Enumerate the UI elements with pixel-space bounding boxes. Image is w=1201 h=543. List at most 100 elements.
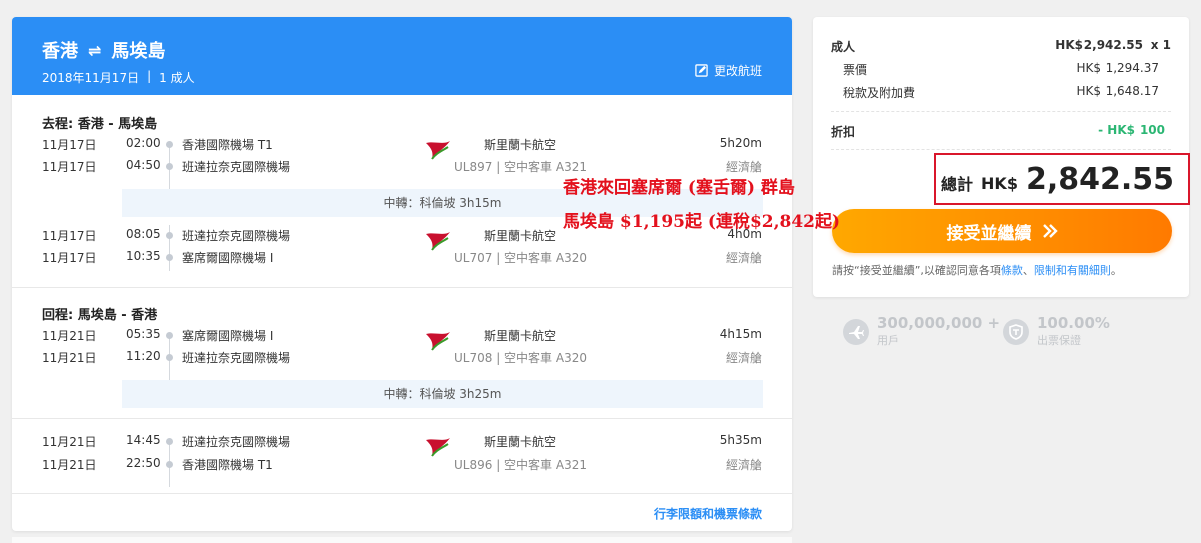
price-divider: [831, 111, 1171, 112]
dep-airport: 塞席爾國際機場 I: [182, 329, 274, 343]
adult-currency: HK$: [1055, 38, 1083, 52]
fare-label: 票價: [843, 63, 868, 77]
promo-overlay-line2: 馬埃島 $1,195起 (連稅$2,842起): [563, 212, 841, 232]
section-divider: [12, 493, 792, 494]
guarantee-label: 出票保證: [1037, 334, 1081, 347]
tax-label: 稅款及附加費: [843, 86, 916, 100]
tax-amount: 1,648.17: [1105, 84, 1159, 98]
cabin-class: 經濟艙: [725, 351, 762, 365]
airline-name: 斯里蘭卡航空: [484, 329, 557, 343]
guarantee-percent: 100.00%: [1037, 314, 1110, 332]
segment-arrival: 11月21日 11:20 班達拉奈克國際機場 UL708 | 空中客車 A320…: [42, 349, 762, 369]
arr-time: 10:35: [126, 249, 161, 263]
flight-number: UL708 | 空中客車 A320: [454, 351, 587, 365]
users-count: 300,000,000 +: [877, 314, 1001, 332]
total-currency: HK$: [981, 173, 1018, 193]
timeline-dot: [166, 332, 173, 339]
discount-row: 折扣 - HK$ 100: [831, 123, 1171, 141]
timeline-dot: [166, 461, 173, 468]
timeline-dot: [166, 232, 173, 239]
promo-overlay-line1: 香港來回塞席爾 (塞舌爾) 群島: [563, 178, 795, 198]
adult-label: 成人: [831, 40, 856, 54]
layover-banner: 中轉：科倫坡 3h25m: [122, 380, 763, 408]
adult-amount: 2,942.55: [1083, 38, 1143, 52]
dep-time: 14:45: [126, 433, 161, 447]
section-divider: [12, 287, 792, 288]
arr-date: 11月21日: [42, 458, 97, 472]
guarantee-badge: 100.00% 出票保證: [1003, 315, 1110, 348]
arr-airport: 塞席爾國際機場 I: [182, 251, 274, 265]
tax-currency: HK$: [1076, 84, 1101, 98]
total-price-highlight: 總計 HK$ 2,842.55: [934, 153, 1190, 205]
total-label: 總計: [941, 175, 974, 194]
baggage-terms-link[interactable]: 行李限額和機票條款: [654, 505, 762, 522]
total-amount: 2,842.55: [1025, 161, 1174, 197]
arr-time: 04:50: [126, 158, 161, 172]
dep-airport: 班達拉奈克國際機場: [182, 435, 291, 449]
arr-date: 11月21日: [42, 351, 97, 365]
itinerary-header: 香港 ⇌ 馬埃島 2018年11月17日 | 1 成人 更改航班: [12, 17, 792, 95]
flight-number: UL707 | 空中客車 A320: [454, 251, 587, 265]
trust-badges: 300,000,000 + 用戶 100.00% 出票保證: [843, 315, 1183, 355]
consent-text: 請按“接受並繼續”,以確認同意各項條款、限制和有關細則。: [832, 262, 1122, 278]
srilankan-airlines-logo: [426, 438, 450, 457]
summary-separator: |: [147, 69, 152, 83]
discount-currency: - HK$: [1098, 123, 1135, 137]
flight-duration: 5h35m: [719, 433, 762, 447]
terms-link[interactable]: 條款: [1001, 264, 1023, 277]
change-flight-label: 更改航班: [713, 64, 762, 78]
flight-number: UL896 | 空中客車 A321: [454, 458, 587, 472]
segment-departure: 11月21日 14:45 班達拉奈克國際機場 斯里蘭卡航空 5h35m: [42, 433, 762, 453]
flight-duration: 5h20m: [719, 136, 762, 150]
tax-row: 稅款及附加費 HK$ 1,648.17: [831, 84, 1171, 102]
price-divider: [831, 149, 1171, 150]
arr-airport: 班達拉奈克國際機場: [182, 160, 291, 174]
airline-name: 斯里蘭卡航空: [484, 229, 557, 243]
dep-date: 11月17日: [42, 229, 97, 243]
dep-date: 11月17日: [42, 138, 97, 152]
timeline-dot: [166, 438, 173, 445]
change-flight-button[interactable]: 更改航班: [695, 62, 762, 79]
accept-label: 接受並繼續: [946, 223, 1032, 244]
airline-name: 斯里蘭卡航空: [484, 138, 557, 152]
flight-duration: 4h15m: [719, 327, 762, 341]
timeline-dot: [166, 163, 173, 170]
outbound-title: 去程: 香港 - 馬埃島: [42, 117, 158, 132]
segment-departure: 11月17日 02:00 香港國際機場 T1 斯里蘭卡航空 5h20m: [42, 136, 762, 156]
arr-time: 22:50: [126, 456, 161, 470]
destination-city: 馬埃島: [111, 41, 166, 62]
discount-amount: 100: [1139, 123, 1165, 137]
consent-prefix: 請按“接受並繼續”,以確認同意各項: [832, 264, 1001, 277]
double-chevron-right-icon: [1042, 224, 1058, 238]
segment-departure: 11月21日 05:35 塞席爾國際機場 I 斯里蘭卡航空 4h15m: [42, 327, 762, 347]
dep-date: 11月21日: [42, 435, 97, 449]
arr-airport: 香港國際機場 T1: [182, 458, 273, 472]
dep-time: 05:35: [126, 327, 161, 341]
dep-airport: 班達拉奈克國際機場: [182, 229, 291, 243]
dep-time: 02:00: [126, 136, 161, 150]
fare-amount: 1,294.37: [1105, 61, 1159, 75]
arr-date: 11月17日: [42, 160, 97, 174]
discount-label: 折扣: [831, 125, 856, 139]
accept-continue-button[interactable]: 接受並繼續: [832, 209, 1172, 253]
timeline-dot: [166, 141, 173, 148]
next-card-edge: [12, 537, 792, 543]
dep-date: 11月21日: [42, 329, 97, 343]
consent-suffix: 。: [1110, 264, 1122, 277]
adult-qty: x 1: [1150, 38, 1171, 52]
timeline-dot: [166, 354, 173, 361]
fare-currency: HK$: [1076, 61, 1101, 75]
origin-city: 香港: [42, 41, 78, 62]
timeline-dot: [166, 254, 173, 261]
rules-link[interactable]: 限制和有關細則: [1034, 264, 1111, 277]
itinerary-card: 香港 ⇌ 馬埃島 2018年11月17日 | 1 成人 更改航班 去程: 香港 …: [12, 17, 792, 531]
adult-price-row: 成人 HK$ 2,942.55 x 1: [831, 38, 1171, 56]
arr-date: 11月17日: [42, 251, 97, 265]
return-title: 回程: 馬埃島 - 香港: [42, 308, 158, 323]
trip-date: 2018年11月17日: [42, 71, 140, 85]
users-badge: 300,000,000 + 用戶: [843, 315, 1000, 348]
users-label: 用戶: [877, 334, 899, 347]
round-trip-icon: ⇌: [88, 40, 102, 60]
airline-name: 斯里蘭卡航空: [484, 435, 557, 449]
dep-time: 08:05: [126, 227, 161, 241]
